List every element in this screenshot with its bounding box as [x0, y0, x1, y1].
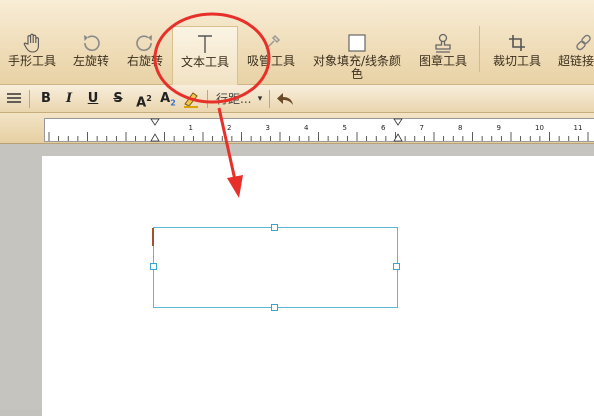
annotation-arrow-head — [227, 175, 243, 198]
annotation-overlay — [153, 12, 271, 198]
annotation-arrow-line — [217, 107, 237, 181]
highlight-circle — [153, 12, 271, 104]
